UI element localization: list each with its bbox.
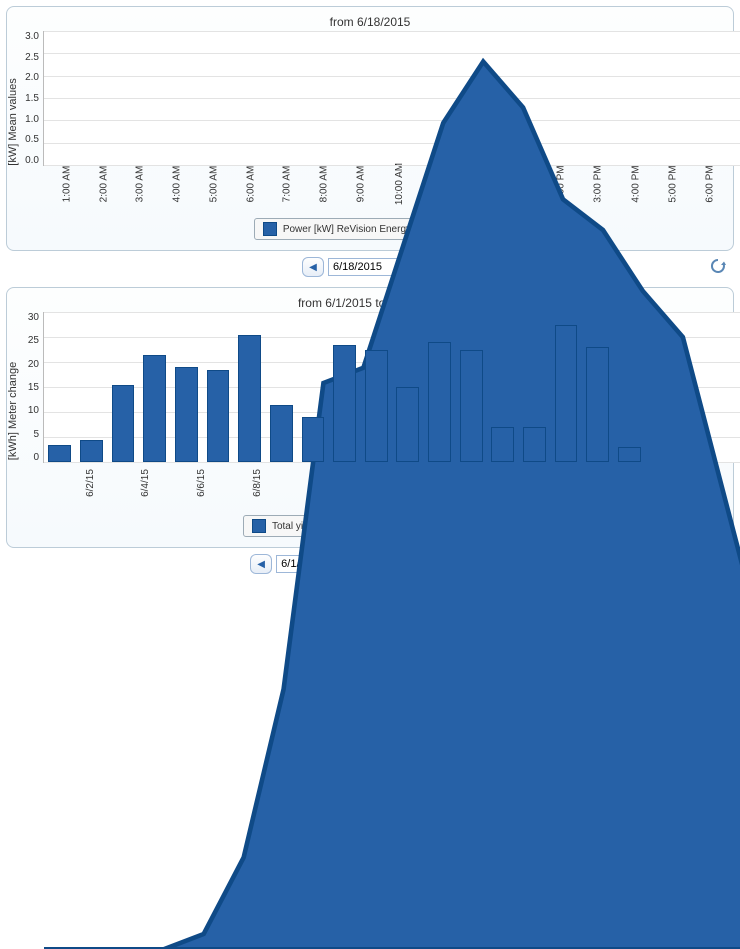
table-row [392, 312, 424, 462]
table-row [329, 312, 361, 462]
bar [143, 355, 166, 463]
table-row [550, 312, 582, 462]
table-row [708, 312, 740, 462]
table-row [424, 312, 456, 462]
table-row [44, 312, 76, 462]
table-row [76, 312, 108, 462]
plot-area-top [43, 31, 740, 166]
bar [207, 370, 230, 463]
table-row [455, 312, 487, 462]
bar [175, 367, 198, 462]
table-row [645, 312, 677, 462]
table-row [171, 312, 203, 462]
bar [586, 347, 609, 462]
ylabel-bottom: [kWh] Meter change [7, 361, 19, 459]
ylabel-top: [kW] Mean values [7, 78, 19, 165]
bar [428, 342, 451, 462]
table-row [582, 312, 614, 462]
table-row [487, 312, 519, 462]
table-row [234, 312, 266, 462]
bar [491, 427, 514, 462]
plot-area-bottom [43, 312, 740, 463]
bar [365, 350, 388, 463]
table-row [614, 312, 646, 462]
bar [396, 387, 419, 462]
bar [48, 445, 71, 463]
bar [618, 447, 641, 462]
table-row [139, 312, 171, 462]
table-row [107, 312, 139, 462]
bar [460, 350, 483, 463]
table-row [360, 312, 392, 462]
table-row [677, 312, 709, 462]
power-chart-panel: from 6/18/2015 [kW] Mean values 3.02.52.… [6, 6, 734, 251]
bar [270, 405, 293, 463]
bar [302, 417, 325, 462]
bar [555, 325, 578, 463]
table-row [519, 312, 551, 462]
table-row [297, 312, 329, 462]
bar [80, 440, 103, 463]
table-row [202, 312, 234, 462]
bar [523, 427, 546, 462]
bar [238, 335, 261, 463]
table-row [265, 312, 297, 462]
bar [333, 345, 356, 463]
bar [112, 385, 135, 463]
chart-title-top: from 6/18/2015 [13, 15, 727, 29]
